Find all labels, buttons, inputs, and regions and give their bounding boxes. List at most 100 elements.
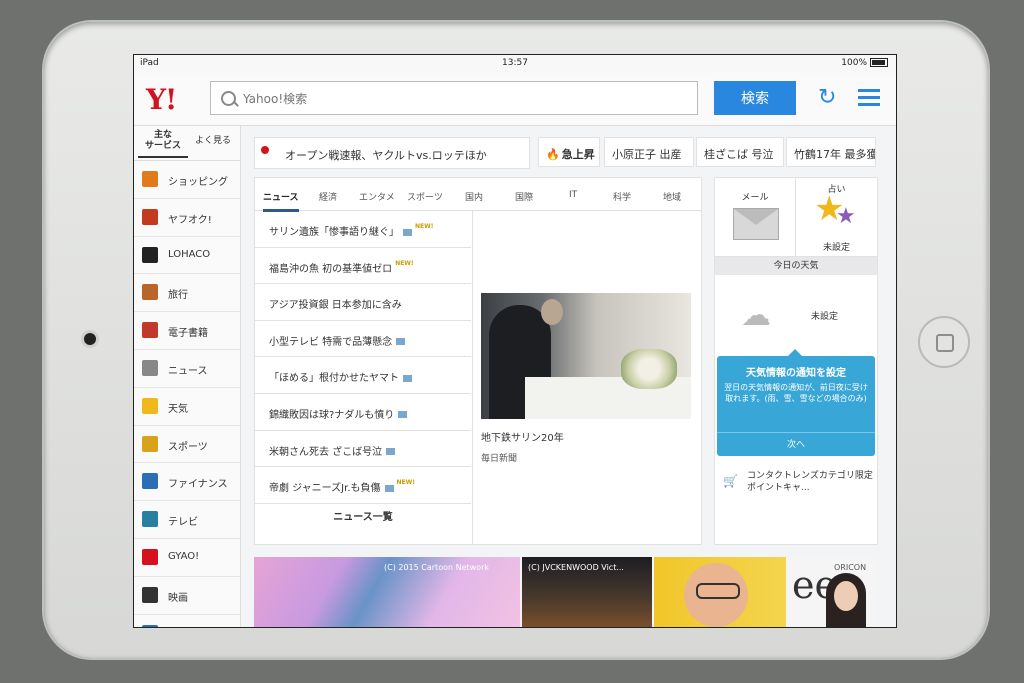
tv-icon bbox=[142, 511, 158, 528]
news-tab[interactable]: 地域 bbox=[663, 190, 681, 203]
trending-item[interactable]: 竹鶴17年 最多獲 bbox=[786, 137, 876, 167]
news-item-text: 「ほめる」根付かせたヤマト bbox=[269, 373, 399, 385]
news-item[interactable]: 米朝さん死去 ざこば号泣 bbox=[255, 431, 471, 468]
featured-news[interactable]: 地下鉄サリン20年 毎日新聞 bbox=[472, 211, 702, 544]
sidebar-item[interactable]: 旅行 bbox=[134, 274, 240, 313]
sidebar-item[interactable]: Y!モバゲー bbox=[134, 615, 240, 628]
sidebar-tab-main[interactable]: 主な サービス bbox=[138, 130, 188, 158]
news-item-text: 錦織敗因は球?ナダルも憤り bbox=[269, 409, 395, 421]
cart-icon bbox=[142, 171, 158, 187]
news-list-link[interactable]: ニュース一覧 bbox=[255, 508, 471, 523]
sidebar-item[interactable]: ヤフオク! bbox=[134, 199, 240, 237]
sidebar-item-label: 映画 bbox=[168, 592, 188, 604]
yahoo-logo[interactable]: Y! bbox=[146, 83, 177, 116]
new-badge: NEW! bbox=[396, 479, 415, 487]
camera-icon bbox=[386, 448, 396, 456]
fortune-tile[interactable]: 占い ★ ★ 未設定 bbox=[796, 178, 877, 257]
video-thumbnail-strip: (C) 2015 Cartoon Network (C) JVCKENWOOD … bbox=[254, 557, 876, 627]
hamburger-menu-icon[interactable] bbox=[858, 89, 880, 107]
sidebar-tab-frequent[interactable]: よく見る bbox=[188, 136, 238, 147]
trending-bar: 🔥 急上昇 小原正子 出産 桂ざこば 号泣 竹鶴17年 最多獲 bbox=[538, 137, 876, 167]
news-tab[interactable]: スポーツ bbox=[407, 190, 443, 203]
mail-tile[interactable]: メール bbox=[715, 178, 796, 257]
new-badge: NEW! bbox=[395, 259, 414, 267]
thumbnail-caption: (C) 2015 Cartoon Network bbox=[384, 563, 489, 572]
flame-icon: 🔥 bbox=[546, 148, 560, 161]
sidebar-item[interactable]: ファイナンス bbox=[134, 463, 240, 502]
right-column: メール 占い ★ ★ 未設定 今日の天気 ☁ 未設定 天気情報の通知を設定 翌日… bbox=[714, 177, 878, 545]
sidebar-item[interactable]: テレビ bbox=[134, 501, 240, 539]
featured-title[interactable]: 地下鉄サリン20年 bbox=[481, 429, 564, 444]
star-small-icon: ★ bbox=[836, 204, 856, 229]
news-tab[interactable]: 国内 bbox=[465, 190, 483, 203]
trending-item[interactable]: 桂ざこば 号泣 bbox=[696, 137, 784, 167]
home-button[interactable] bbox=[918, 316, 970, 368]
news-tab[interactable]: エンタメ bbox=[359, 190, 395, 203]
weather-status[interactable]: 未設定 bbox=[811, 309, 838, 322]
camera-icon bbox=[396, 338, 406, 346]
news-item[interactable]: 福島沖の魚 初の基準値ゼロNEW! bbox=[255, 248, 471, 285]
trending-item[interactable]: 小原正子 出産 bbox=[604, 137, 694, 167]
cart-icon: 🛒 bbox=[723, 474, 738, 488]
news-item[interactable]: アジア投資銀 日本参加に含み bbox=[255, 284, 471, 321]
news-tab[interactable]: IT bbox=[569, 190, 577, 200]
sidebar-item-label: 天気 bbox=[168, 403, 188, 415]
status-time: 13:57 bbox=[502, 58, 528, 68]
news-item[interactable]: 「ほめる」根付かせたヤマト bbox=[255, 357, 471, 394]
news-tab[interactable]: 国際 bbox=[515, 190, 533, 203]
news-item-text: 帝劇 ジャニーズJr.も負傷 bbox=[269, 483, 381, 495]
sidebar-item[interactable]: GYAO! bbox=[134, 539, 240, 577]
sidebar-item[interactable]: 電子書籍 bbox=[134, 312, 240, 350]
live-ticker[interactable]: オープン戦速報、ヤクルトvs.ロッテほか bbox=[254, 137, 530, 169]
sidebar-item[interactable]: 映画 bbox=[134, 577, 240, 615]
weather-title: 今日の天気 bbox=[715, 257, 877, 275]
news-tab[interactable]: ニュース bbox=[263, 190, 299, 212]
news-tab[interactable]: 科学 bbox=[613, 190, 631, 203]
news-list: サリン遺族「惨事語り継ぐ」NEW! 福島沖の魚 初の基準値ゼロNEW! アジア投資銀… bbox=[255, 211, 471, 504]
sidebar-item-label: ニュース bbox=[168, 365, 208, 377]
sidebar-item[interactable]: スポーツ bbox=[134, 426, 240, 464]
thumbnail-caption: (C) JVCKENWOOD Vict... bbox=[528, 563, 624, 572]
video-thumbnail[interactable]: (C) JVCKENWOOD Vict... bbox=[522, 557, 652, 627]
news-item[interactable]: サリン遺族「惨事語り継ぐ」 NEW! bbox=[255, 211, 471, 248]
sidebar-item-label: テレビ bbox=[168, 517, 198, 529]
lohaco-icon bbox=[142, 246, 158, 263]
sidebar-item-label: Y!モバゲー bbox=[168, 627, 218, 628]
sidebar-item-label: GYAO! bbox=[168, 550, 200, 562]
sidebar-item-label: スポーツ bbox=[168, 441, 208, 453]
news-item-text: 米朝さん死去 ざこば号泣 bbox=[269, 446, 383, 458]
sidebar-item[interactable]: 天気 bbox=[134, 388, 240, 426]
suitcase-icon bbox=[142, 284, 158, 301]
screen: iPad 13:57 100% Y! 検索 ↻ 主な サービス よく見る ショッ… bbox=[133, 54, 897, 628]
weather-icon bbox=[142, 397, 158, 414]
search-input[interactable] bbox=[241, 88, 685, 110]
trending-label: 🔥 急上昇 bbox=[538, 137, 600, 167]
tip-next-button[interactable]: 次へ bbox=[717, 432, 875, 450]
sidebar-item[interactable]: ニュース bbox=[134, 350, 240, 388]
sidebar-item[interactable]: ショッピング bbox=[134, 161, 240, 199]
sidebar-item-label: LOHACO bbox=[168, 248, 211, 260]
camera-icon bbox=[398, 411, 408, 419]
video-thumbnail[interactable] bbox=[654, 557, 786, 627]
ad-link[interactable]: コンタクトレンズカテゴリ限定ポイントキャ... bbox=[747, 470, 873, 494]
fortune-status: 未設定 bbox=[822, 243, 850, 253]
battery-icon bbox=[870, 58, 888, 67]
cloud-sun-icon: ☁ bbox=[741, 298, 771, 333]
search-button[interactable]: 検索 bbox=[714, 81, 796, 115]
search-icon bbox=[221, 91, 236, 106]
news-item[interactable]: 小型テレビ 特需で品薄懸念 bbox=[255, 321, 471, 358]
reload-icon[interactable]: ↻ bbox=[818, 87, 840, 109]
video-thumbnail[interactable]: ee ORICON bbox=[788, 557, 876, 627]
header: Y! 検索 ↻ bbox=[134, 73, 896, 126]
video-thumbnail[interactable]: (C) 2015 Cartoon Network bbox=[254, 557, 520, 627]
news-item[interactable]: 錦織敗因は球?ナダルも憤り bbox=[255, 394, 471, 431]
search-box[interactable] bbox=[210, 81, 698, 115]
sidebar-item-label: 旅行 bbox=[168, 290, 188, 302]
sidebar-item-label: ファイナンス bbox=[168, 479, 228, 491]
news-tab[interactable]: 経済 bbox=[319, 190, 337, 203]
news-item[interactable]: 帝劇 ジャニーズJr.も負傷 NEW! bbox=[255, 467, 471, 504]
sidebar-item[interactable]: LOHACO bbox=[134, 237, 240, 275]
tip-body: 翌日の天気情報の通知が、前日夜に受け取れます。(雨、雪、雪などの場合のみ) bbox=[724, 383, 868, 403]
sidebar: 主な サービス よく見る ショッピング ヤフオク! LOHACO 旅行電子書籍ニュース… bbox=[134, 126, 241, 627]
featured-photo[interactable] bbox=[481, 293, 691, 419]
